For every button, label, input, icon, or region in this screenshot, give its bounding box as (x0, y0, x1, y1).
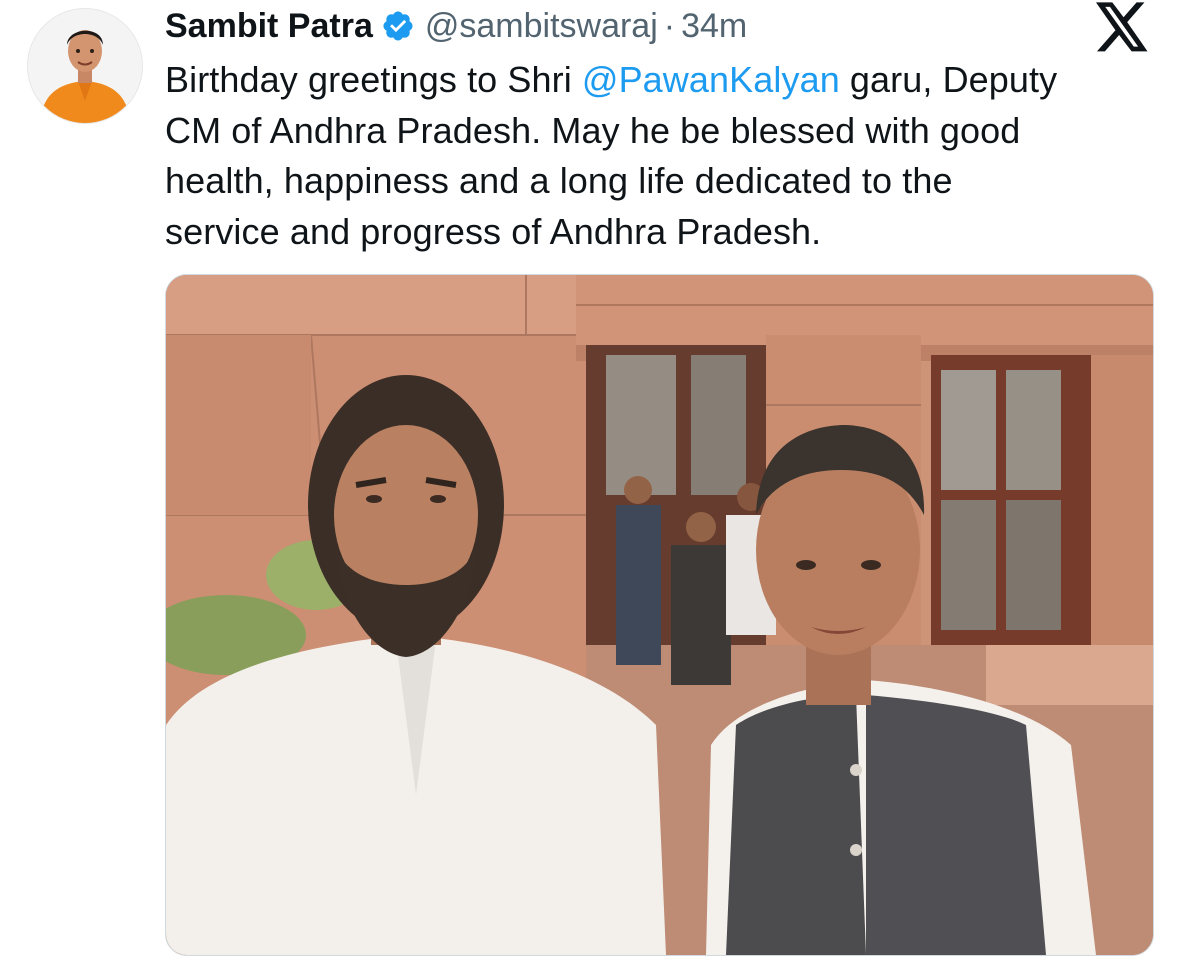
selfie-photo-illustration (166, 275, 1153, 955)
text-segment: Birthday greetings to Shri (165, 59, 582, 100)
tweet-text-line: health, happiness and a long life dedica… (165, 160, 953, 201)
author-handle[interactable]: @sambitswaraj (425, 7, 658, 46)
avatar-image (28, 9, 142, 123)
tweet-card[interactable]: Sambit Patra @sambitswaraj · 34m Birthda… (0, 0, 1179, 956)
tweet-text-line: CM of Andhra Pradesh. May he be blessed … (165, 109, 1021, 151)
author-avatar[interactable] (27, 8, 143, 124)
verified-badge-icon (381, 9, 415, 43)
separator-dot: · (663, 6, 676, 45)
x-logo-icon[interactable] (1094, 2, 1150, 54)
tweet-text: Birthday greetings to Shri @PawanKalyan … (165, 55, 1165, 257)
tweet-header: Sambit Patra @sambitswaraj · 34m (165, 2, 747, 50)
tweet-text-line: service and progress of Andhra Pradesh. (165, 210, 822, 252)
tweet-photo[interactable] (165, 274, 1154, 956)
tweet-text-line: Birthday greetings to Shri @PawanKalyan … (165, 55, 1165, 106)
mention-link[interactable]: @PawanKalyan (582, 59, 840, 100)
timestamp[interactable]: 34m (681, 7, 747, 46)
text-segment: garu, Deputy (839, 59, 1058, 100)
author-name[interactable]: Sambit Patra (165, 7, 373, 46)
